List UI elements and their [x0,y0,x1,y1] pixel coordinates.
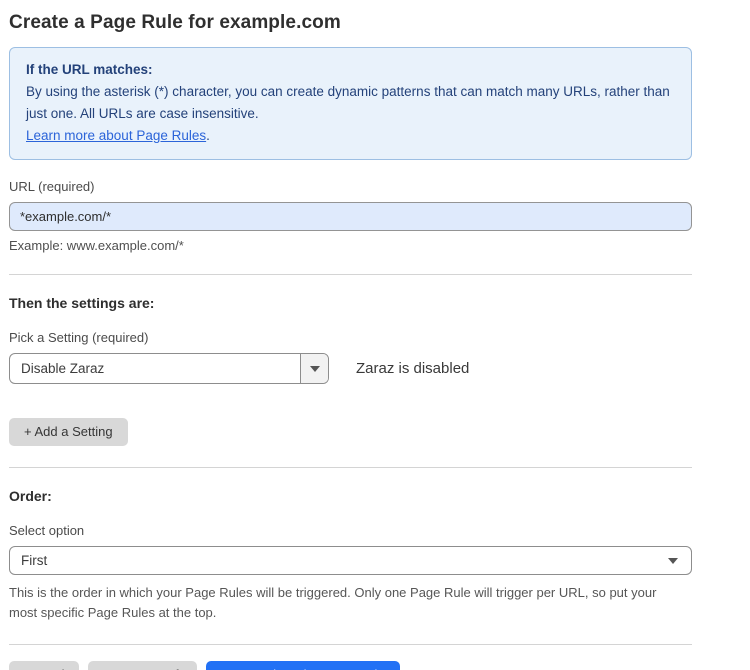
setting-dropdown-value: Disable Zaraz [10,354,300,383]
info-box-body: By using the asterisk (*) character, you… [26,81,675,125]
pick-setting-label: Pick a Setting (required) [9,330,692,345]
url-input[interactable] [9,202,692,231]
order-select-label: Select option [9,523,692,538]
learn-more-link[interactable]: Learn more about Page Rules [26,128,206,143]
order-section-heading: Order: [9,488,692,504]
info-box-heading: If the URL matches: [26,59,675,81]
page-title: Create a Page Rule for example.com [9,12,692,34]
add-setting-button[interactable]: + Add a Setting [9,418,128,446]
setting-dropdown-arrow-button[interactable] [300,354,328,383]
info-box-link-line: Learn more about Page Rules. [26,125,675,147]
link-suffix: . [206,128,210,143]
setting-status-text: Zaraz is disabled [356,360,469,377]
page-rule-form: Create a Page Rule for example.com If th… [0,0,750,670]
form-actions: Cancel Save as Draft Save and Deploy Pag… [9,661,692,670]
cancel-button[interactable]: Cancel [9,661,79,670]
chevron-down-icon [310,366,320,372]
divider [9,644,692,645]
save-as-draft-button[interactable]: Save as Draft [88,661,197,670]
settings-section-heading: Then the settings are: [9,295,692,311]
url-field-label: URL (required) [9,179,692,194]
order-helper-text: This is the order in which your Page Rul… [9,583,679,623]
order-select[interactable]: First [9,546,692,575]
save-and-deploy-button[interactable]: Save and Deploy Page Rule [206,661,399,670]
order-select-value: First [21,553,47,568]
divider [9,467,692,468]
setting-row: Disable Zaraz Zaraz is disabled [9,353,692,384]
chevron-down-icon [668,558,678,564]
url-match-info-box: If the URL matches: By using the asteris… [9,47,692,160]
divider [9,274,692,275]
setting-dropdown[interactable]: Disable Zaraz [9,353,329,384]
url-field-helper: Example: www.example.com/* [9,238,692,253]
